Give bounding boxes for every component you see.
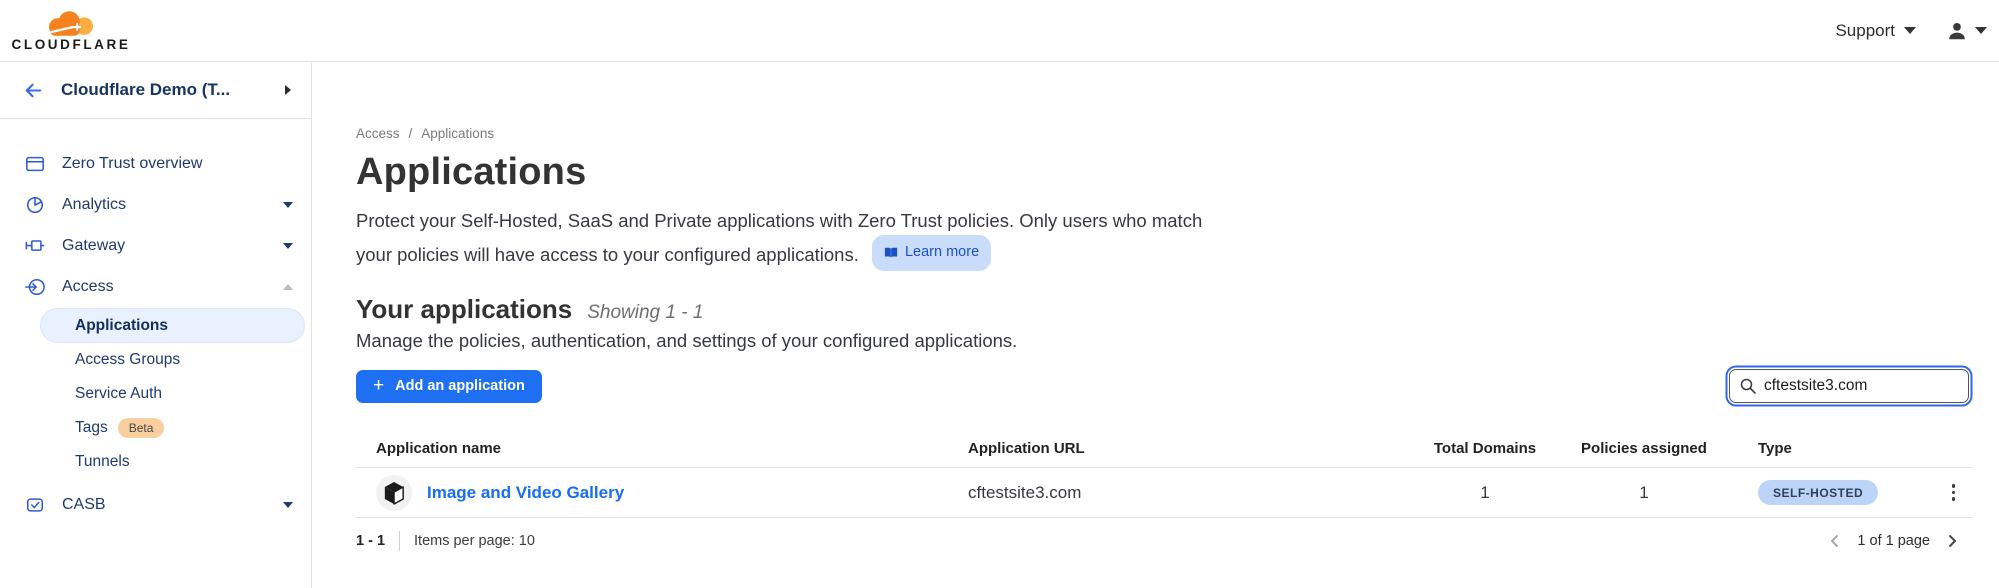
column-application-url: Application URL — [968, 440, 1420, 457]
section-header: Your applications Showing 1 - 1 — [356, 294, 1973, 325]
page-indicator: 1 of 1 page — [1857, 533, 1930, 549]
applications-toolbar: + Add an application — [356, 369, 1973, 403]
policies-assigned-value: 1 — [1550, 483, 1738, 503]
header-actions: Support — [1835, 20, 1989, 42]
page-title: Applications — [356, 151, 1973, 193]
plus-icon: + — [373, 376, 384, 395]
sidebar-item-tunnels[interactable]: Tunnels — [0, 445, 311, 479]
divider — [399, 531, 400, 551]
search-box — [1729, 369, 1969, 403]
cloudflare-dashboard: CLOUDFLARE Support Cloudflare — [0, 0, 1999, 588]
application-link[interactable]: Image and Video Gallery — [427, 483, 624, 503]
row-menu-button[interactable] — [1944, 480, 1964, 505]
pie-chart-icon — [25, 195, 45, 215]
access-login-icon — [25, 277, 45, 297]
sidebar-item-label: Zero Trust overview — [62, 155, 202, 173]
add-application-button[interactable]: + Add an application — [356, 370, 542, 403]
table-header-row: Application name Application URL Total D… — [356, 430, 1973, 468]
sidebar: Cloudflare Demo (T... Zero Trust overvie… — [0, 62, 312, 588]
app-cube-icon — [376, 475, 412, 511]
sidebar-item-casb[interactable]: CASB — [0, 484, 311, 525]
main-content: Access / Applications Applications Prote… — [312, 62, 1999, 588]
support-menu[interactable]: Support — [1835, 21, 1916, 41]
chevron-down-icon — [283, 502, 293, 508]
page-description-text: Protect your Self-Hosted, SaaS and Priva… — [356, 210, 1202, 265]
sidebar-subitem-label: Access Groups — [75, 351, 180, 369]
showing-count: Showing 1 - 1 — [587, 302, 703, 324]
sidebar-item-access[interactable]: Access — [0, 266, 311, 307]
sidebar-item-label: Access — [62, 278, 114, 296]
sidebar-item-service-auth[interactable]: Service Auth — [0, 377, 311, 411]
sidebar-item-gateway[interactable]: Gateway — [0, 225, 311, 266]
sidebar-item-label: Gateway — [62, 237, 125, 255]
cloudflare-logo-text: CLOUDFLARE — [12, 37, 131, 52]
access-submenu: Applications Access Groups Service Auth … — [0, 308, 311, 479]
section-subtitle: Manage the policies, authentication, and… — [356, 330, 1973, 352]
chevron-up-icon — [283, 284, 293, 290]
cloudflare-cloud-icon — [42, 10, 100, 37]
window-icon — [25, 154, 45, 174]
application-url: cftestsite3.com — [968, 483, 1420, 503]
total-domains-value: 1 — [1420, 483, 1550, 503]
casb-check-icon — [25, 495, 45, 515]
book-icon — [884, 246, 898, 259]
gateway-icon — [25, 236, 45, 256]
table-row: Image and Video Gallery cftestsite3.com … — [356, 468, 1973, 518]
chevron-down-icon — [283, 243, 293, 249]
sidebar-item-access-groups[interactable]: Access Groups — [0, 343, 311, 377]
previous-page-button[interactable] — [1828, 534, 1842, 548]
next-page-button[interactable] — [1945, 534, 1959, 548]
breadcrumb-access-link[interactable]: Access — [356, 126, 400, 141]
sidebar-subitem-label: Tags — [75, 419, 108, 437]
sidebar-item-applications[interactable]: Applications — [40, 308, 305, 343]
column-total-domains: Total Domains — [1420, 440, 1550, 457]
back-arrow-icon[interactable] — [22, 79, 45, 102]
breadcrumb-separator: / — [409, 126, 413, 141]
sidebar-nav: Zero Trust overview Analytics Gateway — [0, 119, 311, 525]
learn-more-button[interactable]: Learn more — [872, 235, 991, 271]
column-application-name: Application name — [356, 440, 968, 457]
account-header: Cloudflare Demo (T... — [0, 62, 311, 119]
applications-table: Application name Application URL Total D… — [356, 430, 1973, 518]
section-title: Your applications — [356, 294, 572, 325]
column-policies-assigned: Policies assigned — [1550, 440, 1738, 457]
search-icon — [1739, 377, 1757, 395]
sidebar-item-label: CASB — [62, 496, 106, 514]
type-badge: SELF-HOSTED — [1758, 480, 1878, 505]
page-description: Protect your Self-Hosted, SaaS and Priva… — [356, 206, 1216, 271]
pagination-range: 1 - 1 — [356, 533, 385, 549]
sidebar-item-analytics[interactable]: Analytics — [0, 184, 311, 225]
support-label: Support — [1835, 21, 1895, 41]
search-input[interactable] — [1729, 369, 1969, 403]
sidebar-item-label: Analytics — [62, 196, 126, 214]
chevron-down-icon — [1975, 27, 1987, 34]
top-header: CLOUDFLARE Support — [0, 0, 1999, 62]
chevron-down-icon — [1904, 27, 1916, 34]
sidebar-subitem-label: Tunnels — [75, 453, 130, 471]
beta-badge: Beta — [118, 418, 165, 438]
chevron-right-icon[interactable] — [285, 85, 291, 95]
pagination: 1 - 1 Items per page: 10 1 of 1 page — [356, 518, 1973, 564]
breadcrumb-applications-link[interactable]: Applications — [421, 126, 494, 141]
user-icon — [1946, 20, 1968, 42]
account-name[interactable]: Cloudflare Demo (T... — [61, 80, 230, 100]
user-menu[interactable] — [1946, 20, 1987, 42]
sidebar-item-tags[interactable]: Tags Beta — [0, 411, 311, 445]
add-application-label: Add an application — [395, 378, 525, 394]
column-type: Type — [1738, 440, 1934, 457]
learn-more-label: Learn more — [905, 238, 979, 267]
cloudflare-logo[interactable]: CLOUDFLARE — [16, 10, 126, 52]
sidebar-item-zero-trust-overview[interactable]: Zero Trust overview — [0, 143, 311, 184]
sidebar-subitem-label: Applications — [75, 317, 168, 335]
breadcrumb: Access / Applications — [356, 126, 1973, 141]
sidebar-subitem-label: Service Auth — [75, 385, 162, 403]
chevron-down-icon — [283, 202, 293, 208]
items-per-page[interactable]: Items per page: 10 — [414, 533, 535, 549]
